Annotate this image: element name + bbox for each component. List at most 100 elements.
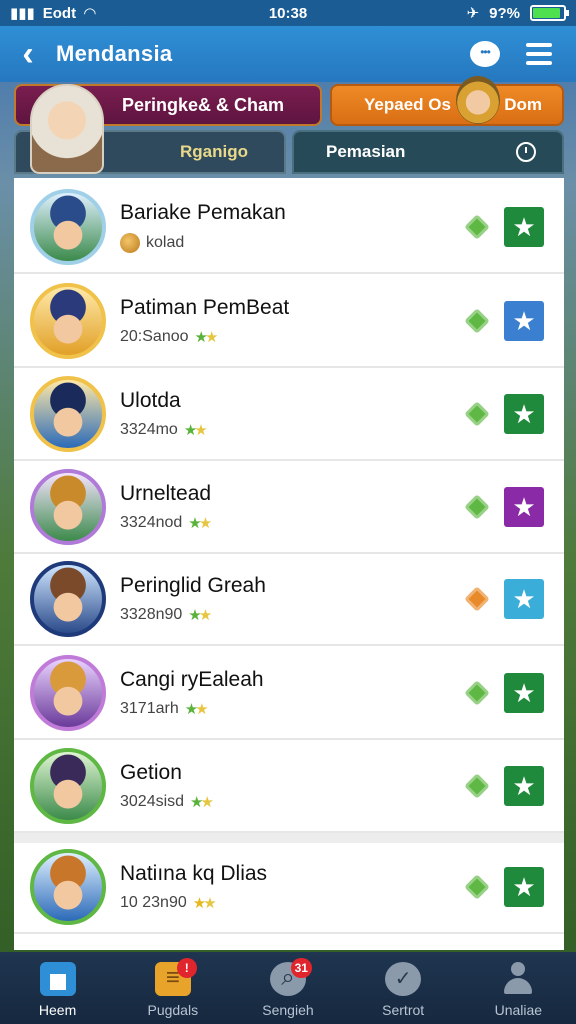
favorite-star-button[interactable]: ★ [504,579,544,619]
notification-badge: ! [176,958,197,978]
list-item[interactable]: Patiman PemBeat 20:Sanoo ★★ ★ [14,276,564,368]
player-name: Peringlid Greah [120,574,266,597]
player-name: Urneltead [120,482,212,505]
status-left: ▮▮▮ Eodt ◠ [10,4,96,23]
coin-icon [120,233,140,253]
player-name: Natiına kq Dlias [120,862,268,885]
favorite-star-button[interactable]: ★ [504,394,544,434]
list-item[interactable]: Natiına kq Dlias 10 23n90 ★★ ★ [14,842,564,934]
list-item[interactable]: Ulotda 3324mo ★★ ★ [14,369,564,461]
nav-label: Heem [38,1002,77,1018]
status-diamond-icon [464,308,490,334]
nav-item-check[interactable]: Sertrot [353,962,453,1018]
tab-reports[interactable]: Pemasian [292,130,564,174]
player-list: Bariake Pemakan kolad ★ Patiman PemBeat 20:S… [14,178,564,950]
nav-label: Unaliae [494,1002,543,1018]
home-icon [39,962,76,996]
wifi-icon: ◠ [84,5,96,22]
status-bar: ▮▮▮ Eodt ◠ 10:38 ✈ 9?% [0,0,576,26]
check-icon [385,962,422,996]
player-info: Ulotda 3324mo ★★ [120,389,208,439]
player-avatar [30,748,106,824]
status-diamond-icon [464,680,490,706]
player-avatar [30,469,106,545]
rating-stars-icon: ★★ [192,895,217,912]
banner-right-panel[interactable]: Yepaed Os Dom [330,84,564,126]
rating-stars-icon: ★★ [188,607,212,624]
header-actions [470,41,576,67]
app-header: ‹ Mendansia [0,26,576,82]
player-name: Cangi ryEaleah [120,668,264,691]
battery-fill [533,8,560,18]
player-name: Getion [120,761,182,784]
status-diamond-icon [464,401,490,427]
player-avatar [30,561,106,637]
player-name: Patiman PemBeat [120,296,290,319]
player-subtitle: 3324nod [120,514,183,531]
player-avatar [30,655,106,731]
banner-left-label: Peringke& & Cham [122,94,285,115]
back-button[interactable]: ‹ [0,26,56,82]
player-subtitle: kolad [146,234,185,251]
player-info: Bariake Pemakan kolad [120,201,286,253]
list-item[interactable]: Bariake Pemakan kolad ★ [14,182,564,274]
user-icon [501,962,535,996]
player-subtitle-row: 3171arh ★★ [120,700,264,718]
player-info: Peringlid Greah 3328n90 ★★ [120,574,266,624]
list-item[interactable]: Cangi ryEaleah 3171arh ★★ ★ [14,648,564,740]
player-name: Bariake Pemakan [120,201,286,224]
nav-item-search[interactable]: 31 Sengieh [238,958,338,1018]
favorite-star-button[interactable]: ★ [504,867,544,907]
player-subtitle-row: 3328n90 ★★ [120,606,266,624]
chat-icon[interactable] [470,41,500,67]
rating-stars-icon: ★★ [184,701,209,718]
player-subtitle: 3324mo [120,421,178,438]
battery-icon [530,5,569,21]
favorite-star-button[interactable]: ★ [504,301,544,341]
list-item[interactable]: Getion 3024sisd ★★ ★ [14,741,564,833]
battery-label: 9?% [489,4,520,22]
list-item[interactable]: Urneltead 3324nod ★★ ★ [14,462,564,554]
player-subtitle: 3171arh [120,700,179,717]
player-subtitle-row: 3324mo ★★ [120,421,208,439]
rating-stars-icon: ★★ [194,329,219,346]
player-subtitle: 3024sisd [120,793,185,810]
menu-icon[interactable] [526,43,552,65]
bottom-nav: Heem! Pugdals 31 Sengieh Sertrot Unaliae [0,952,576,1024]
player-subtitle-row: 3024sisd ★★ [120,793,214,811]
nav-label: Pugdals [147,1002,199,1018]
clock-icon [516,142,536,162]
status-diamond-icon [464,773,490,799]
list-item[interactable]: Peringlid Greah 3328n90 ★★ ★ [14,554,564,646]
nav-item-user[interactable]: Unaliae [468,962,568,1018]
nav-item-puzzle[interactable]: ! Pugdals [123,958,223,1018]
nav-item-home[interactable]: Heem [8,962,108,1018]
chevron-left-icon: ‹ [22,34,34,73]
player-info: Urneltead 3324nod ★★ [120,482,212,532]
status-diamond-icon [464,874,490,900]
rating-stars-icon: ★★ [183,422,208,439]
player-avatar [30,189,106,265]
banner-right-label: Yepaed Os [364,95,451,114]
favorite-star-button[interactable]: ★ [504,673,544,713]
rating-stars-icon: ★★ [188,515,212,532]
location-icon: ✈ [466,5,480,22]
player-subtitle-row: kolad [120,233,286,253]
carrier-label: Eodt [42,4,77,22]
signal-icon: ▮▮▮ [10,5,35,22]
page-title: Mendansia [56,41,173,66]
banner: Peringke& & Cham Yepaed Os Dom Rganigo P… [0,76,576,178]
player-subtitle: 10 23n90 [120,894,187,911]
player-subtitle: 3328n90 [120,606,183,623]
banner-right-extra: Dom [504,95,542,114]
player-avatar [30,283,106,359]
nav-label: Sengieh [262,1002,314,1018]
favorite-star-button[interactable]: ★ [504,766,544,806]
favorite-star-button[interactable]: ★ [504,207,544,247]
player-info: Natiına kq Dlias 10 23n90 ★★ [120,862,267,912]
tab-label: Pemasian [326,142,406,161]
player-name: Ulotda [120,389,181,412]
nav-label: Sertrot [382,1002,425,1018]
character-avatar [456,76,500,124]
favorite-star-button[interactable]: ★ [504,487,544,527]
